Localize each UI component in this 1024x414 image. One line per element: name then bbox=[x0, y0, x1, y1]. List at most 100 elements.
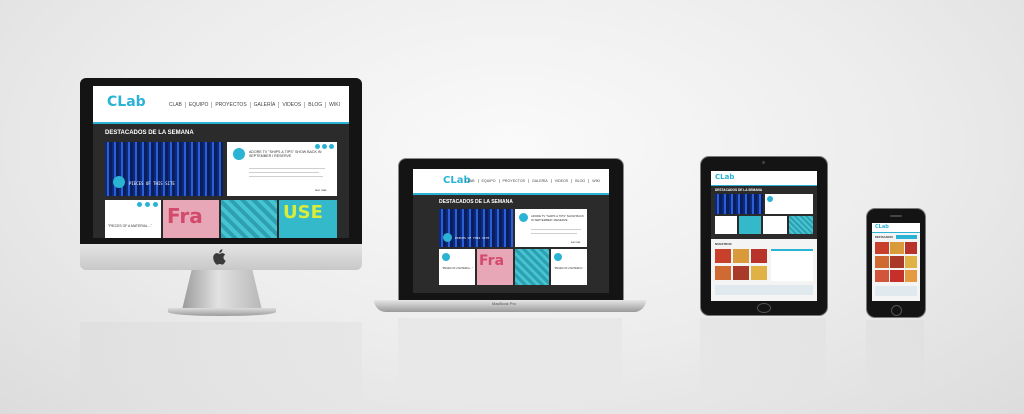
phone-device: CLab DESTACADOS bbox=[866, 208, 926, 318]
tile-caption: PIECES OF THIS SITE bbox=[455, 236, 490, 240]
laptop-lid: CLab CLAB EQUIPO PROYECTOS GALERÍA VIDEO… bbox=[398, 158, 624, 302]
date-badge bbox=[443, 233, 452, 242]
featured-post-card[interactable] bbox=[765, 194, 813, 214]
excerpt-line bbox=[531, 233, 577, 234]
nav-item-galeria[interactable]: GALERÍA bbox=[249, 102, 279, 108]
imac-stand-neck bbox=[182, 270, 262, 310]
photo-tile[interactable] bbox=[905, 242, 917, 254]
share-icon[interactable] bbox=[329, 144, 334, 149]
post-card-title: "PIECES OF A MATERIAL..." bbox=[108, 224, 152, 228]
share-icon[interactable] bbox=[137, 202, 142, 207]
imac-reflection bbox=[80, 322, 362, 412]
featured-post-card[interactable]: ADORE TV "SHIPS & TIPS" SHOW BACK IN SEP… bbox=[227, 142, 337, 196]
tile-word: Fra bbox=[479, 253, 505, 269]
post-card[interactable] bbox=[763, 216, 787, 234]
nav-item-proyectos[interactable]: PROYECTOS bbox=[211, 102, 249, 108]
post-title: ADORE TV "SHIPS & TIPS" SHOW BACK IN SEP… bbox=[531, 214, 584, 222]
phone-speaker bbox=[890, 215, 902, 217]
share-icon[interactable] bbox=[322, 144, 327, 149]
photo-tile[interactable] bbox=[733, 249, 749, 263]
imac-screen: CLab CLAB EQUIPO PROYECTOS GALERÍA VIDEO… bbox=[93, 86, 349, 238]
post-card-title: "PIECES OF A MATERIAL" ... bbox=[554, 267, 586, 270]
tablet-screen: CLab DESTACADOS DE LA SEMANA NUESTROS bbox=[711, 171, 817, 301]
excerpt-line bbox=[531, 229, 581, 230]
section-heading: DESTACADOS DE LA SEMANA bbox=[715, 188, 763, 192]
date-badge bbox=[442, 253, 450, 261]
post-title: ADORE TV "SHIPS & TIPS" SHOW BACK IN SEP… bbox=[249, 150, 322, 158]
photo-tile[interactable] bbox=[905, 256, 917, 268]
photo-tile[interactable] bbox=[890, 270, 904, 282]
share-icon[interactable] bbox=[145, 202, 150, 207]
photo-tile[interactable] bbox=[890, 256, 904, 268]
footer-bar bbox=[875, 286, 917, 296]
photo-tile[interactable] bbox=[715, 249, 731, 263]
site-logo[interactable]: CLab bbox=[715, 173, 734, 181]
section-heading: DESTACADOS DE LA SEMANA bbox=[105, 130, 194, 136]
post-card[interactable]: "PIECES OF A MATERIAL..." bbox=[105, 200, 161, 238]
nav-item-wiki[interactable]: WIKI bbox=[325, 102, 343, 108]
tile-word: Fra bbox=[167, 204, 203, 228]
phone-home-button[interactable] bbox=[891, 305, 902, 316]
image-tile[interactable] bbox=[515, 249, 549, 285]
post-card-title: "PIECES OF A MATERIAL..." bbox=[442, 267, 473, 270]
image-tile[interactable] bbox=[789, 216, 813, 234]
nav-item-equipo[interactable]: EQUIPO bbox=[184, 102, 211, 108]
site-logo[interactable]: CLab bbox=[875, 224, 889, 230]
post-card[interactable] bbox=[715, 216, 737, 234]
excerpt-line bbox=[249, 168, 325, 169]
nav-item-equipo[interactable]: EQUIPO bbox=[477, 179, 499, 183]
featured-image-tile[interactable] bbox=[715, 194, 763, 214]
apple-logo-icon bbox=[211, 248, 229, 266]
nav-item-clab[interactable]: CLAB bbox=[166, 102, 185, 108]
image-tile[interactable]: Fra bbox=[163, 200, 219, 238]
laptop-reflection bbox=[398, 318, 622, 398]
share-icon[interactable] bbox=[153, 202, 158, 207]
nav-item-videos[interactable]: VIDEOS bbox=[550, 179, 572, 183]
post-card[interactable]: "PIECES OF A MATERIAL" ... bbox=[551, 249, 587, 285]
site-header: CLab CLAB EQUIPO PROYECTOS GALERÍA VIDEO… bbox=[413, 169, 609, 195]
photo-tile[interactable] bbox=[890, 242, 904, 254]
date-badge bbox=[767, 196, 773, 202]
photo-tile[interactable] bbox=[751, 249, 767, 263]
tablet-home-button[interactable] bbox=[757, 303, 771, 313]
nav-item-videos[interactable]: VIDEOS bbox=[278, 102, 304, 108]
photo-tile[interactable] bbox=[905, 270, 917, 282]
share-icon[interactable] bbox=[315, 144, 320, 149]
main-nav: CLAB EQUIPO PROYECTOS GALERÍA VIDEOS BLO… bbox=[462, 179, 603, 183]
read-more-link[interactable]: leer más bbox=[571, 241, 580, 244]
search-bar[interactable] bbox=[896, 235, 917, 239]
photo-tile[interactable] bbox=[875, 270, 889, 282]
post-card[interactable]: "PIECES OF A MATERIAL..." bbox=[439, 249, 475, 285]
tile-caption: PIECES OF THIS SITE bbox=[129, 181, 175, 186]
nav-item-blog[interactable]: BLOG bbox=[304, 102, 325, 108]
featured-post-card[interactable]: ADORE TV "SHIPS & TIPS" SHOW BACK IN SEP… bbox=[515, 209, 587, 247]
photo-tile[interactable] bbox=[875, 242, 889, 254]
featured-image-tile[interactable]: PIECES OF THIS SITE bbox=[105, 142, 223, 196]
site-header: CLab bbox=[711, 171, 817, 186]
featured-image-tile[interactable]: PIECES OF THIS SITE bbox=[439, 209, 513, 247]
image-tile[interactable] bbox=[739, 216, 761, 234]
image-tile[interactable]: Fra bbox=[477, 249, 513, 285]
nav-item-blog[interactable]: BLOG bbox=[571, 179, 588, 183]
image-tile[interactable] bbox=[221, 200, 277, 238]
photo-tile[interactable] bbox=[751, 266, 767, 280]
footer-bar bbox=[715, 285, 813, 295]
read-more-link[interactable]: leer más bbox=[315, 188, 327, 192]
nav-item-galeria[interactable]: GALERÍA bbox=[528, 179, 551, 183]
main-nav: CLAB EQUIPO PROYECTOS GALERÍA VIDEOS BLO… bbox=[166, 102, 343, 108]
nav-item-proyectos[interactable]: PROYECTOS bbox=[498, 179, 529, 183]
date-badge bbox=[554, 253, 562, 261]
nav-item-clab[interactable]: CLAB bbox=[462, 179, 477, 183]
photo-tile[interactable] bbox=[733, 266, 749, 280]
nav-item-wiki[interactable]: WIKI bbox=[588, 179, 603, 183]
site-logo[interactable]: CLab bbox=[107, 94, 146, 110]
imac-stand-base bbox=[168, 308, 276, 316]
section-heading: DESTACADOS DE LA SEMANA bbox=[439, 199, 513, 205]
tablet-reflection bbox=[700, 318, 826, 398]
content-panel: NUESTROS bbox=[711, 239, 817, 301]
photo-tile[interactable] bbox=[715, 266, 731, 280]
photo-tile[interactable] bbox=[875, 256, 889, 268]
imac-device: CLab CLAB EQUIPO PROYECTOS GALERÍA VIDEO… bbox=[80, 78, 362, 270]
image-tile[interactable]: USE bbox=[279, 200, 337, 238]
section-label: NUESTROS bbox=[715, 242, 732, 246]
